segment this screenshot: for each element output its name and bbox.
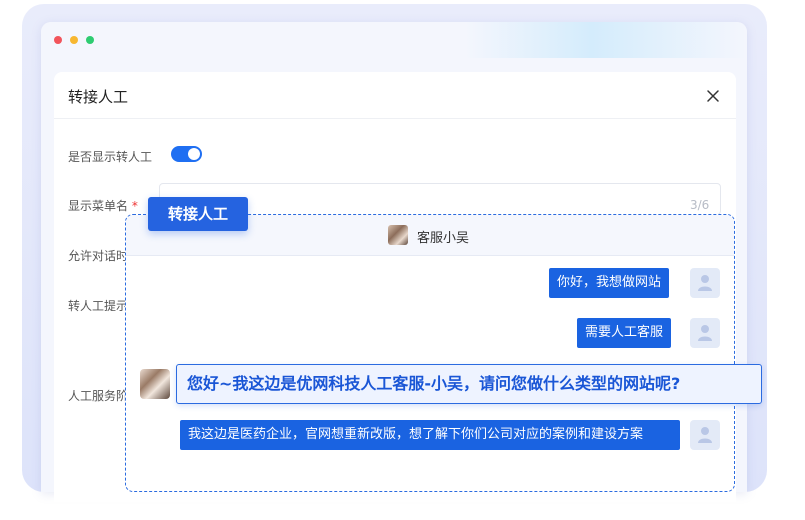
transfer-tag: 转接人工: [148, 197, 248, 231]
user-avatar: [690, 420, 720, 450]
show-transfer-label: 是否显示转人工: [68, 150, 153, 164]
menu-name-label: 显示菜单名 *: [68, 197, 138, 214]
window-close-dot[interactable]: [54, 36, 62, 44]
show-transfer-toggle[interactable]: [171, 146, 202, 162]
agent-name: 客服小吴: [417, 231, 470, 246]
user-message-bubble: 需要人工客服: [577, 318, 672, 348]
user-icon: [698, 427, 712, 443]
user-avatar: [690, 318, 720, 348]
agent-message-bubble: 您好~我这边是优网科技人工客服-小吴，请问您做什么类型的网站呢?: [176, 364, 762, 404]
user-icon: [698, 275, 712, 291]
toggle-knob: [188, 148, 200, 160]
agent-avatar: [140, 369, 170, 399]
menu-name-label-text: 显示菜单名: [68, 199, 129, 213]
chat-preview-panel: 客服小吴: [125, 214, 735, 492]
user-message-bubble: 你好，我想做网站: [549, 268, 670, 298]
service-label: 人工服务阶: [68, 389, 129, 403]
agent-avatar: [388, 225, 408, 245]
user-avatar: [690, 268, 720, 298]
window-maximize-dot[interactable]: [86, 36, 94, 44]
window-minimize-dot[interactable]: [70, 36, 78, 44]
dialog-title: 转接人工: [68, 88, 129, 106]
user-message-bubble: 我这边是医药企业，官网想重新改版，想了解下你们公司对应的案例和建设方案: [180, 420, 680, 450]
allow-dialog-label: 允许对话时: [68, 249, 129, 263]
window-titlebar: [41, 22, 747, 58]
char-counter: 3/6: [690, 198, 710, 212]
transfer-prompt-label: 转人工提示: [68, 299, 129, 313]
dialog-divider: [54, 118, 736, 119]
user-icon: [698, 325, 712, 341]
required-mark: *: [131, 199, 138, 213]
close-icon[interactable]: [704, 87, 722, 105]
